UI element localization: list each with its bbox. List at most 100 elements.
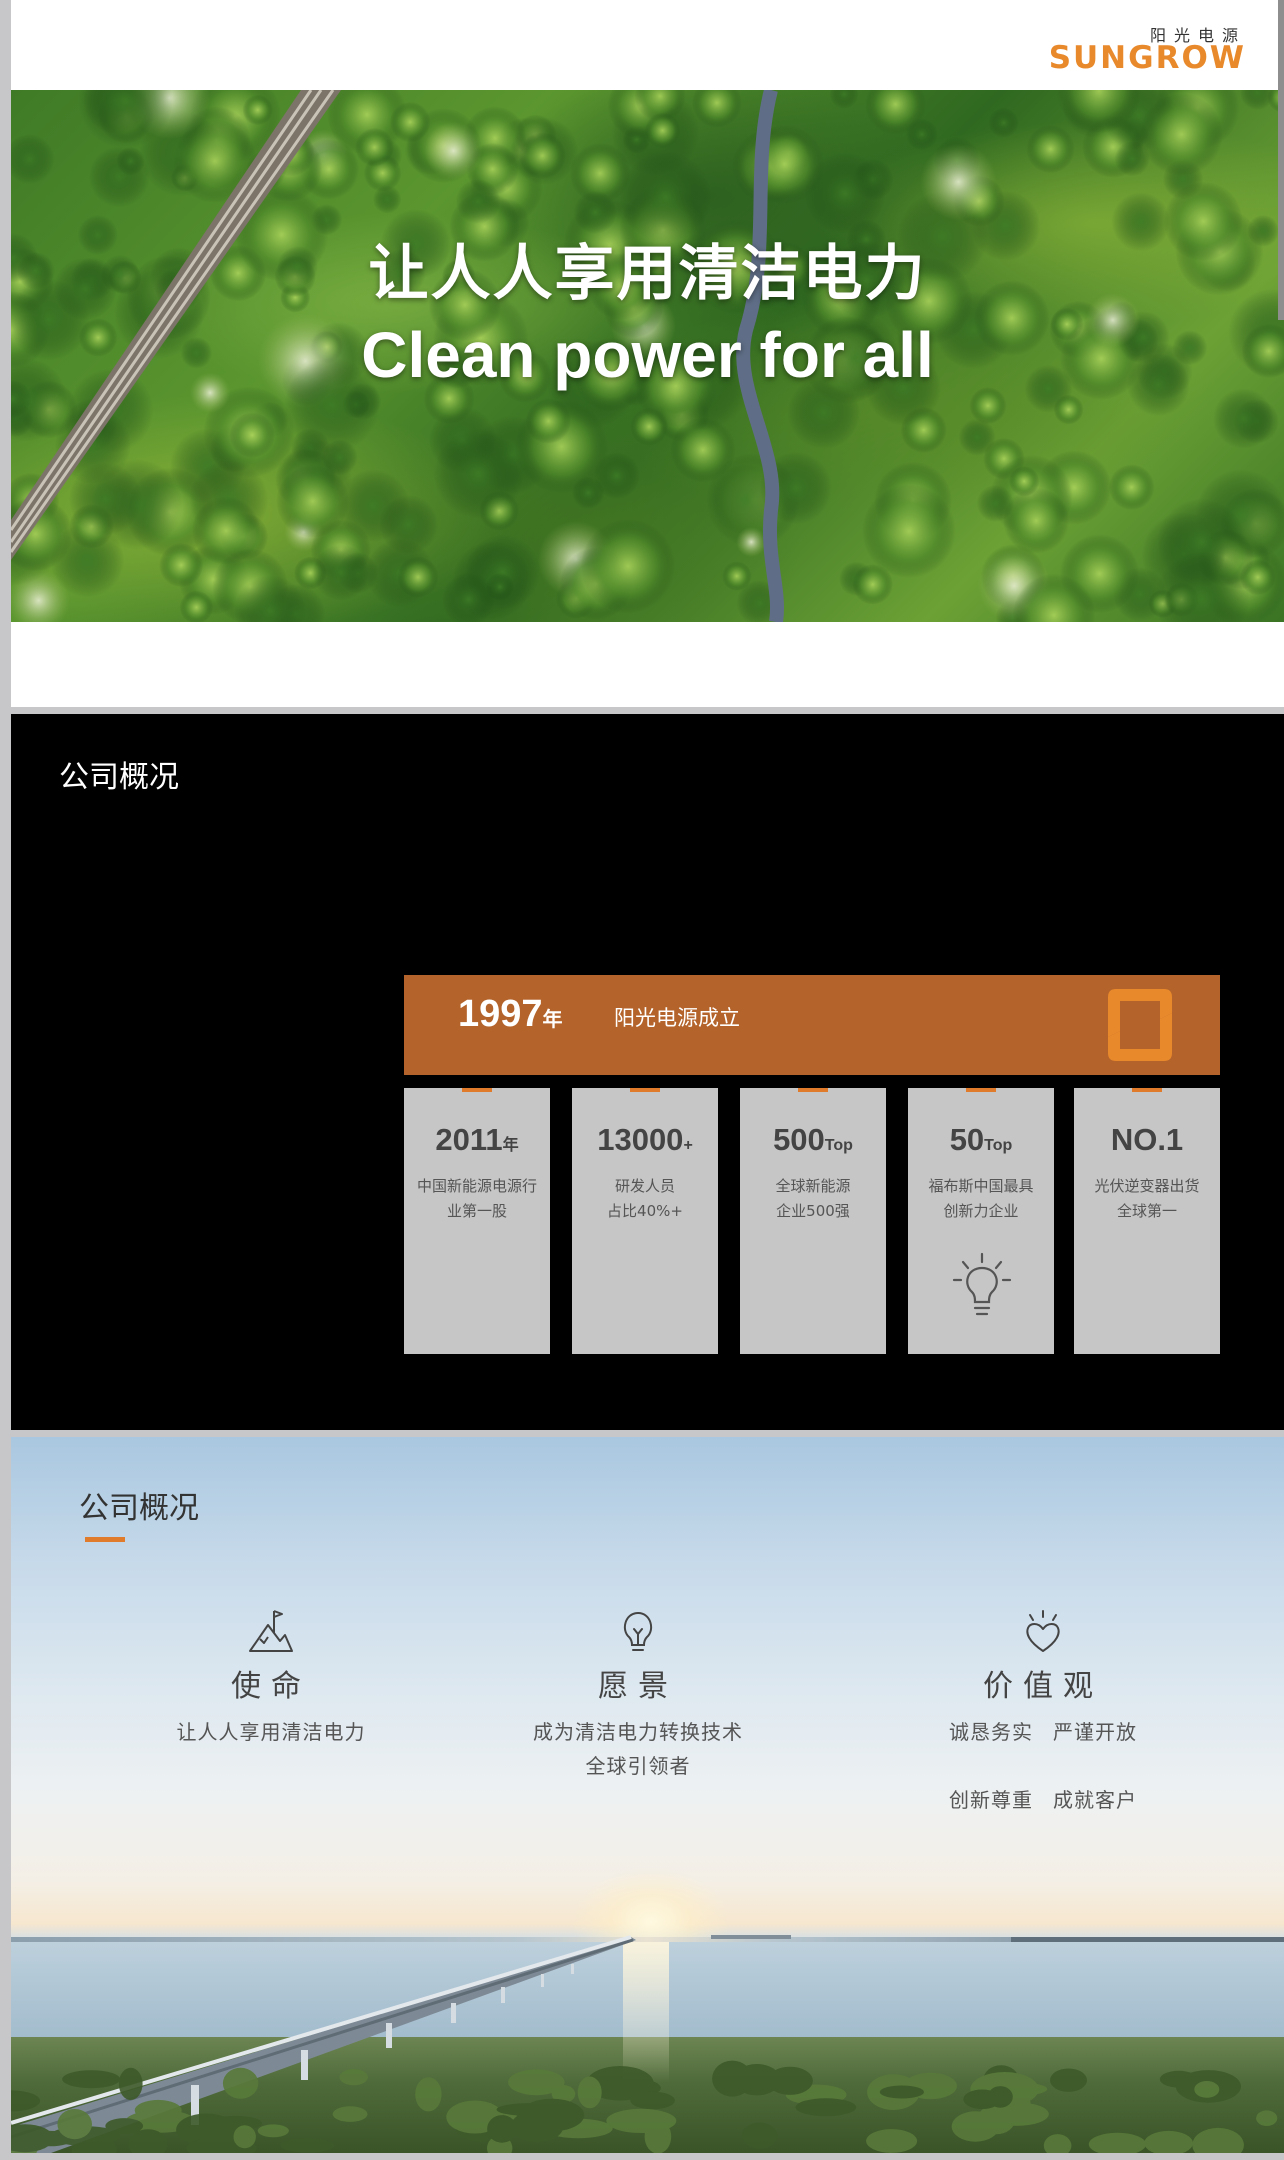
tree-canopy-blob bbox=[1213, 388, 1274, 449]
tree-canopy-blob bbox=[242, 94, 273, 126]
stat-desc-line1: 中国新能源电源行 bbox=[416, 1177, 537, 1195]
tree-canopy-blob bbox=[11, 134, 55, 185]
slide-mission-vision-values: 公司概况 使命 让人人享用清洁电力 愿景 成为清洁电力转换技术 全球引领者 价值… bbox=[11, 1437, 1284, 2153]
tree-canopy-blob bbox=[1240, 90, 1275, 110]
stat-description: 中国新能源电源行 业第一股 bbox=[410, 1174, 544, 1224]
shore-bush bbox=[280, 2138, 335, 2153]
tree-canopy-blob bbox=[976, 484, 1015, 523]
stat-desc-line2: 创新力企业 bbox=[943, 1202, 1019, 1220]
mission-text: 让人人享用清洁电力 bbox=[101, 1715, 441, 1749]
value-item: 成就客户 bbox=[1053, 1788, 1137, 1812]
stat-description: 全球新能源 企业500强 bbox=[746, 1174, 880, 1224]
stat-number: 2011年 bbox=[404, 1122, 550, 1158]
values-row1: 诚恳务实 严谨开放 bbox=[873, 1715, 1213, 1749]
slide2-title: 公司概况 bbox=[59, 760, 179, 795]
founding-year: 1997年 bbox=[458, 993, 563, 1036]
vision-title: 愿景 bbox=[598, 1669, 678, 1704]
sungrow-logo: 阳光电源 SUNGROW bbox=[1049, 22, 1246, 76]
stat-card-13000: 13000+ 研发人员 占比40%+ bbox=[572, 1088, 718, 1354]
stat-card-2011: 2011年 中国新能源电源行 业第一股 bbox=[404, 1088, 550, 1354]
tree-canopy-blob bbox=[433, 428, 524, 519]
stat-description: 福布斯中国最具 创新力企业 bbox=[914, 1174, 1048, 1224]
stat-desc-line2: 企业500强 bbox=[776, 1202, 850, 1220]
stat-desc-line2: 占比40%+ bbox=[607, 1202, 683, 1220]
tree-canopy-blob bbox=[1053, 394, 1084, 425]
value-item: 严谨开放 bbox=[1053, 1720, 1137, 1744]
shore-bush bbox=[1256, 2110, 1278, 2126]
vision-text: 成为清洁电力转换技术 全球引领者 bbox=[468, 1715, 808, 1783]
mission-block: 使命 让人人享用清洁电力 bbox=[101, 1607, 441, 1749]
stat-suffix: 年 bbox=[502, 1137, 519, 1154]
stat-desc-line1: 福布斯中国最具 bbox=[928, 1177, 1034, 1195]
shore-bush bbox=[11, 2090, 41, 2112]
shore-bush bbox=[1043, 2134, 1072, 2153]
tree-canopy-blob bbox=[988, 107, 1019, 138]
shore-bush bbox=[1088, 2132, 1146, 2153]
tree-canopy-blob bbox=[1140, 93, 1223, 176]
right-edge-bar bbox=[1278, 0, 1284, 320]
mission-line1: 让人人享用清洁电力 bbox=[176, 1720, 366, 1744]
shore-bush bbox=[866, 2129, 918, 2153]
shore-bush bbox=[339, 2069, 368, 2086]
tree-canopy-blob bbox=[379, 495, 439, 555]
shore-bush bbox=[1144, 2130, 1193, 2153]
tree-canopy-blob bbox=[691, 90, 742, 128]
shore-bush bbox=[519, 2098, 585, 2132]
card-accent-notch bbox=[630, 1088, 660, 1092]
stat-suffix: + bbox=[683, 1137, 693, 1154]
tree-canopy-blob bbox=[1009, 466, 1040, 497]
stat-value: 500 bbox=[773, 1122, 825, 1157]
tree-canopy-blob bbox=[229, 412, 275, 458]
stats-cards: 2011年 中国新能源电源行 业第一股 13000+ 研发人员 占比40%+ 500… bbox=[404, 1088, 1220, 1354]
values-row2: 创新尊重 成就客户 bbox=[873, 1783, 1213, 1817]
stat-value: NO.1 bbox=[1110, 1122, 1184, 1157]
card-accent-notch bbox=[966, 1088, 996, 1092]
card-accent-notch bbox=[1132, 1088, 1162, 1092]
tree-canopy-blob bbox=[1003, 487, 1070, 554]
shore-bush bbox=[62, 2070, 121, 2089]
tree-canopy-blob bbox=[593, 452, 640, 500]
vision-block: 愿景 成为清洁电力转换技术 全球引领者 bbox=[468, 1607, 808, 1783]
shore-bush bbox=[233, 2125, 256, 2149]
cover-top-bar: 阳光电源 SUNGROW bbox=[11, 0, 1284, 90]
shore-bush bbox=[644, 2119, 672, 2153]
shore-bush bbox=[767, 2066, 813, 2095]
shore-bush bbox=[332, 2106, 368, 2122]
tree-canopy-blob bbox=[389, 101, 431, 143]
shore-bush bbox=[57, 2109, 92, 2140]
tree-canopy-blob bbox=[397, 556, 439, 598]
logo-english-name: SUNGROW bbox=[1048, 40, 1246, 76]
values-spacer bbox=[873, 1749, 1213, 1783]
shore-bush bbox=[1194, 2081, 1220, 2098]
stat-number: 50Top bbox=[908, 1122, 1054, 1158]
values-block: 价值观 诚恳务实 严谨开放 创新尊重 成就客户 bbox=[873, 1607, 1213, 1817]
shore-bush bbox=[795, 2098, 857, 2117]
lightbulb-icon bbox=[952, 1252, 1012, 1316]
stat-desc-line2: 全球第一 bbox=[1116, 1202, 1177, 1220]
shore-bush bbox=[208, 2115, 263, 2131]
tree-canopy-blob bbox=[485, 572, 514, 601]
shore-bush bbox=[487, 2115, 517, 2143]
slide3-title: 公司概况 bbox=[79, 1491, 199, 1526]
stat-number: 500Top bbox=[740, 1122, 886, 1158]
tree-canopy-blob bbox=[580, 518, 676, 614]
stat-card-500top: 500Top 全球新能源 企业500强 bbox=[740, 1088, 886, 1354]
shore-bush bbox=[118, 2067, 143, 2100]
tree-canopy-blob bbox=[736, 526, 767, 558]
shore-bush bbox=[1050, 2068, 1087, 2092]
stat-description: 光伏逆变器出货 全球第一 bbox=[1080, 1174, 1214, 1224]
page-frame: 阳光电源 SUNGROW 让人人享用清洁电力 Clean power for a… bbox=[0, 0, 1284, 2160]
shore-bush bbox=[577, 2076, 602, 2109]
tree-canopy-blob bbox=[519, 132, 566, 180]
shore-bush bbox=[1192, 2127, 1244, 2153]
values-title: 价值观 bbox=[983, 1669, 1103, 1704]
shore-bush bbox=[415, 2077, 442, 2112]
sungrow-emblem-icon bbox=[1108, 989, 1172, 1061]
tree-canopy-blob bbox=[424, 121, 483, 180]
value-item: 诚恳务实 bbox=[949, 1720, 1033, 1744]
hero-slogan-chinese: 让人人享用清洁电力 bbox=[368, 239, 927, 309]
stat-card-50top: 50Top 福布斯中国最具 创新力企业 bbox=[908, 1088, 1054, 1354]
tree-canopy-blob bbox=[829, 90, 859, 109]
values-text: 诚恳务实 严谨开放 创新尊重 成就客户 bbox=[873, 1715, 1213, 1817]
tree-canopy-blob bbox=[1026, 124, 1075, 174]
